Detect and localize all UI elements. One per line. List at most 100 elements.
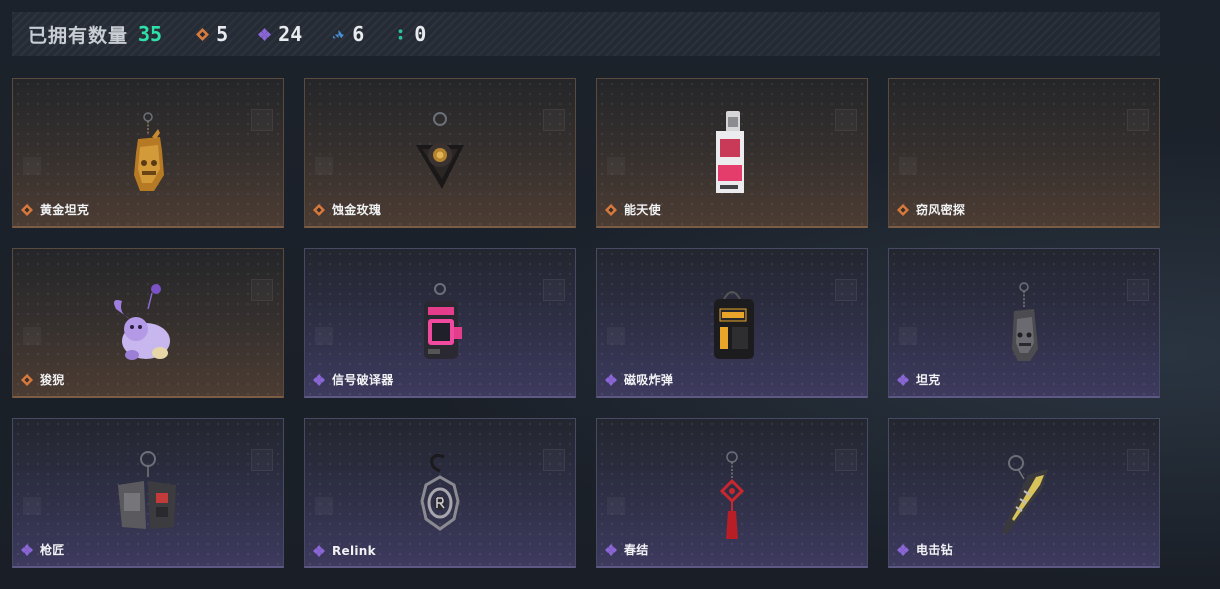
card-deco [23,157,41,175]
shock-drill-charm-icon [1002,455,1048,535]
card-deco [835,449,857,471]
card-deco [315,497,333,515]
relink-charm-icon [420,453,460,531]
purple-diamond-icon [258,27,272,41]
charm-card[interactable]: 信号破译器 [304,248,576,398]
charm-card[interactable]: Relink [304,418,576,568]
card-deco [899,157,917,175]
charm-name: 狻猊 [40,373,65,387]
orange-diamond-icon [21,373,33,386]
card-deco [251,109,273,131]
card-deco [899,327,917,345]
orange-diamond-icon [605,203,617,216]
charm-card[interactable]: 坦克 [888,248,1160,398]
charm-card[interactable]: 枪匠 [12,418,284,568]
golden-tank-charm-icon [134,112,164,191]
owned-count: 35 [138,22,163,46]
card-deco [1127,109,1149,131]
card-deco [543,449,565,471]
charm-caption: 春结 [605,541,649,558]
orange-count: 5 [216,22,229,46]
chinese-knot-charm-icon [719,451,745,539]
purple-diamond-icon [21,543,33,556]
card-deco [607,157,625,175]
charm-card[interactable]: 电击钻 [888,418,1160,568]
charm-card[interactable]: 窃风密探 [888,78,1160,228]
orange-diamond-icon [196,27,210,41]
charm-card[interactable]: 磁吸炸弹 [596,248,868,398]
signal-decoder-charm-icon [424,283,462,359]
charm-grid: 黄金坦克 蚀金玫瑰 能天使 窃风密探 狻猊 信号破译器 磁吸炸弹 坦克 枪匠 R… [12,78,1160,568]
charm-caption: 磁吸炸弹 [605,371,673,388]
card-deco [899,497,917,515]
orange-rarity-count: 5 [196,22,228,46]
gunsmith-charm-icon [118,451,176,529]
ownership-summary-bar: 已拥有数量 35 5 24 6 0 [12,12,1160,56]
suanni-lion-charm-icon [114,284,170,360]
charm-caption: 蚀金玫瑰 [313,201,381,218]
tank-charm-icon [1012,282,1038,361]
card-deco [543,279,565,301]
charm-name: 黄金坦克 [40,203,90,217]
magnetic-bomb-charm-icon [714,291,754,359]
card-deco [23,327,41,345]
charm-name: 窃风密探 [916,203,966,217]
purple-count: 24 [278,22,303,46]
green-rarity-count: 0 [394,22,426,46]
purple-rarity-count: 24 [258,22,302,46]
charm-card[interactable]: 能天使 [596,78,868,228]
charm-caption: 窃风密探 [897,201,965,218]
charm-name: 坦克 [916,373,941,387]
charm-name: 枪匠 [40,543,65,557]
charm-caption: 能天使 [605,201,661,218]
exusiai-tag-charm-icon [716,111,744,193]
orange-diamond-icon [21,203,33,216]
card-deco [315,327,333,345]
purple-diamond-icon [897,373,909,386]
card-deco [23,497,41,515]
charm-name: Relink [332,544,376,558]
charm-caption: 枪匠 [21,541,65,558]
card-deco [543,109,565,131]
card-deco [835,279,857,301]
orange-diamond-icon [313,203,325,216]
card-deco [251,279,273,301]
charm-caption: 狻猊 [21,371,65,388]
card-deco [251,449,273,471]
blue-count: 6 [352,22,365,46]
purple-diamond-icon [605,373,617,386]
owned-label: 已拥有数量 [28,24,129,47]
charm-name: 电击钻 [916,543,953,557]
card-deco [607,497,625,515]
purple-diamond-icon [313,545,325,557]
purple-diamond-icon [605,543,617,556]
card-deco [1127,449,1149,471]
charm-collection-screen: 已拥有数量 35 5 24 6 0 黄金坦克 蚀金玫瑰 能天使 窃风密探 狻猊 … [0,0,1220,589]
charm-name: 蚀金玫瑰 [332,203,382,217]
card-deco [607,327,625,345]
charm-card[interactable]: 蚀金玫瑰 [304,78,576,228]
card-deco [315,157,333,175]
purple-diamond-icon [313,373,325,386]
blue-diamond-icon [333,29,345,38]
charm-caption: Relink [313,544,376,558]
charm-name: 信号破译器 [332,373,394,387]
green-count: 0 [414,22,427,46]
card-deco [1127,279,1149,301]
charm-name: 能天使 [624,203,661,217]
charm-name: 磁吸炸弹 [624,373,674,387]
purple-diamond-icon [897,543,909,556]
charm-caption: 信号破译器 [313,371,394,388]
charm-card[interactable]: 春结 [596,418,868,568]
charm-card[interactable]: 黄金坦克 [12,78,284,228]
blue-rarity-count: 6 [332,22,364,46]
charm-name: 春结 [624,543,649,557]
card-deco [835,109,857,131]
black-rose-charm-icon [416,112,464,189]
charm-caption: 电击钻 [897,541,953,558]
charm-card[interactable]: 狻猊 [12,248,284,398]
green-dots-icon [398,28,403,40]
charm-caption: 坦克 [897,371,941,388]
orange-diamond-icon [897,203,909,216]
charm-caption: 黄金坦克 [21,201,89,218]
